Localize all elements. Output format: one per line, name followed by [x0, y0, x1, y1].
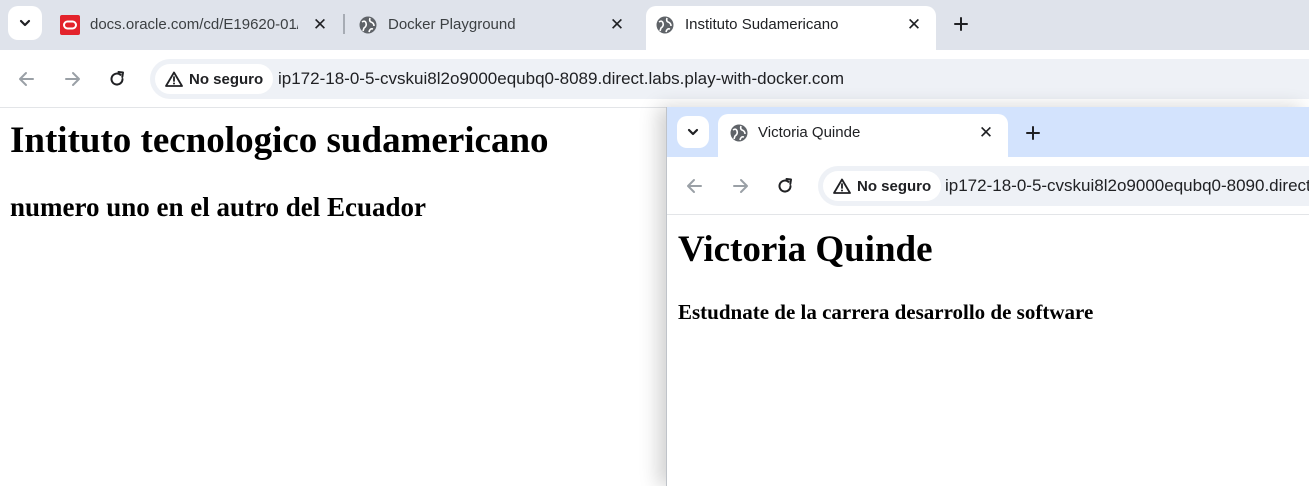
back-button[interactable]	[681, 172, 709, 200]
tab-strip: docs.oracle.com/cd/E19620-01/ ✕ Docker P…	[0, 0, 1309, 50]
page-heading: Victoria Quinde	[678, 229, 933, 270]
tab-strip: Victoria Quinde ✕	[667, 107, 1309, 157]
plus-icon	[1026, 126, 1040, 140]
tab-title: docs.oracle.com/cd/E19620-01/	[90, 16, 298, 33]
forward-button[interactable]	[58, 65, 86, 93]
new-tab-button[interactable]	[1021, 121, 1045, 145]
globe-icon	[729, 123, 749, 143]
globe-icon	[358, 15, 378, 35]
second-browser-window: Victoria Quinde ✕ No seguro ip172-18-0-5…	[666, 107, 1309, 486]
arrow-right-icon	[733, 179, 748, 193]
close-icon[interactable]: ✕	[309, 14, 331, 36]
arrow-left-icon	[687, 179, 702, 193]
close-icon[interactable]: ✕	[903, 14, 925, 36]
tab-title: Instituto Sudamericano	[685, 16, 839, 33]
oracle-icon	[60, 15, 80, 35]
tab-search-button[interactable]	[677, 116, 709, 148]
url-text[interactable]: ip172-18-0-5-cvskui8l2o9000equbq0-8089.d…	[278, 69, 844, 89]
security-chip[interactable]: No seguro	[823, 171, 942, 201]
page-subheading: numero uno en el autro del Ecuador	[10, 192, 427, 222]
tab-oracle-docs[interactable]: docs.oracle.com/cd/E19620-01/ ✕	[50, 6, 340, 50]
page-subheading: Estudnate de la carrera desarrollo de so…	[678, 300, 1094, 324]
security-chip-label: No seguro	[857, 177, 932, 195]
plus-icon	[954, 17, 968, 31]
chevron-down-icon	[687, 128, 699, 136]
page-heading: Intituto tecnologico sudamericano	[10, 120, 549, 161]
new-tab-button[interactable]	[949, 12, 973, 36]
tab-instituto-sudamericano[interactable]: Instituto Sudamericano ✕	[646, 6, 936, 50]
reload-button[interactable]	[771, 172, 799, 200]
chevron-down-icon	[19, 19, 31, 27]
forward-button[interactable]	[726, 172, 754, 200]
security-chip-label: No seguro	[189, 70, 264, 88]
tab-divider	[343, 14, 345, 34]
navigation-toolbar: No seguro ip172-18-0-5-cvskui8l2o9000equ…	[0, 50, 1309, 108]
tab-title: Victoria Quinde	[758, 124, 861, 141]
tab-title: Docker Playground	[388, 16, 516, 33]
address-bar[interactable]: No seguro ip172-18-0-5-cvskui8l2o9000equ…	[150, 59, 1309, 99]
reload-icon	[778, 178, 792, 193]
navigation-toolbar: No seguro ip172-18-0-5-cvskui8l2o9000equ…	[667, 157, 1309, 215]
back-button[interactable]	[13, 65, 41, 93]
globe-icon	[655, 15, 675, 35]
address-bar[interactable]: No seguro ip172-18-0-5-cvskui8l2o9000equ…	[818, 166, 1309, 206]
reload-button[interactable]	[103, 65, 131, 93]
reload-icon	[110, 71, 124, 86]
warning-icon	[833, 178, 851, 194]
close-icon[interactable]: ✕	[975, 122, 997, 144]
security-chip[interactable]: No seguro	[155, 64, 274, 94]
tab-victoria-quinde[interactable]: Victoria Quinde ✕	[718, 114, 1008, 157]
arrow-left-icon	[19, 72, 34, 86]
url-text[interactable]: ip172-18-0-5-cvskui8l2o9000equbq0-8090.d…	[945, 176, 1309, 196]
tab-search-button[interactable]	[8, 6, 42, 40]
tab-docker-playground[interactable]: Docker Playground ✕	[348, 6, 638, 50]
close-icon[interactable]: ✕	[606, 14, 628, 36]
arrow-right-icon	[65, 72, 80, 86]
warning-icon	[165, 71, 183, 87]
